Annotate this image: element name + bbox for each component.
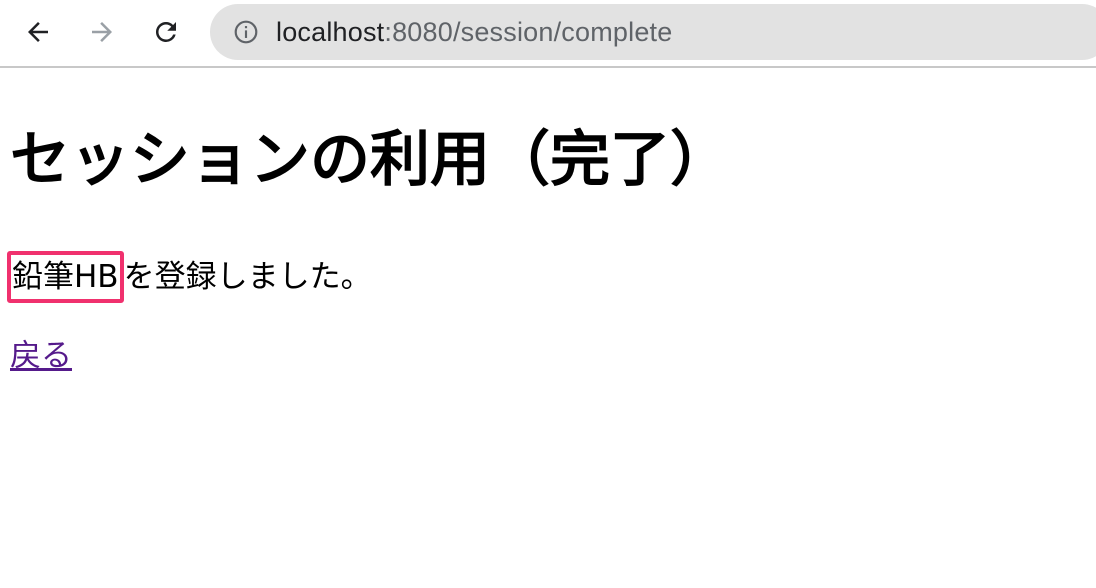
back-button[interactable] bbox=[18, 12, 58, 52]
forward-button[interactable] bbox=[82, 12, 122, 52]
address-bar[interactable]: localhost:8080/session/complete bbox=[210, 4, 1096, 60]
message-text: を登録しました。 bbox=[123, 259, 372, 295]
url-host: localhost bbox=[276, 16, 385, 47]
forward-arrow-icon bbox=[87, 17, 117, 47]
reload-icon bbox=[151, 17, 181, 47]
confirmation-message: 鉛筆HB を登録しました。 bbox=[7, 251, 372, 303]
back-link[interactable]: 戻る bbox=[10, 334, 72, 378]
reload-button[interactable] bbox=[146, 12, 186, 52]
url-text: localhost:8080/session/complete bbox=[276, 17, 672, 48]
back-arrow-icon bbox=[23, 17, 53, 47]
info-icon[interactable] bbox=[232, 18, 260, 46]
registered-item-highlight: 鉛筆HB bbox=[7, 251, 124, 303]
url-path: :8080/session/complete bbox=[384, 16, 673, 47]
browser-toolbar: localhost:8080/session/complete bbox=[0, 0, 1096, 68]
page-title: セッションの利用（完了） bbox=[10, 125, 730, 195]
